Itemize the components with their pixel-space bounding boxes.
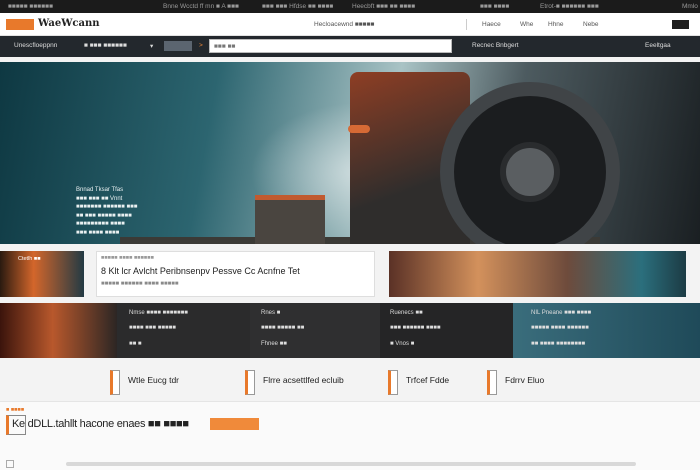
search-prefix: >: [199, 42, 203, 49]
category-cell-heading: Ruenecs ■■: [390, 310, 423, 316]
feature-item-label: Flrre acsettlfed ecluib: [263, 375, 344, 385]
category-cell-link[interactable]: ■ Vnos ■: [390, 341, 414, 347]
site-logo[interactable]: WaeWcann: [38, 18, 100, 29]
category-label[interactable]: Unescfloeppnn: [14, 42, 57, 49]
category-cell-link[interactable]: ■■ ■■■■ ■■■■■■■■: [531, 341, 585, 347]
category-cell[interactable]: Rnes ■ ■■■■ ■■■■■ ■■ Fhnee ■■: [250, 303, 380, 358]
feature-item-label: Wtle Eucg tdr: [128, 375, 180, 385]
feature-card[interactable]: ■■■■■ ■■■■ ■■■■■■ 8 Klt lcr Avlcht Perib…: [96, 251, 375, 297]
category-sub[interactable]: ■ ■■■ ■■■■■■: [84, 42, 127, 49]
top-utility-left: ■■■■■ ■■■■■■: [8, 3, 53, 10]
bottom-section-button[interactable]: [210, 418, 259, 430]
hero-accent-shape: [348, 125, 370, 133]
hero-text-block: Bnnad Tksar Tfas ■■■ ■■■ ■■ Vnnt ■■■■■■■…: [76, 186, 137, 237]
category-cell-meta: ■■■■ ■■■ ■■■■■: [129, 325, 176, 331]
nav-item-2[interactable]: Haece: [482, 21, 501, 28]
category-cell-image[interactable]: [0, 303, 117, 358]
category-cell-heading: Rnes ■: [261, 310, 281, 316]
category-cell-heading: Nmse ■■■■ ■■■■■■■: [129, 310, 188, 316]
feature-card-title[interactable]: 8 Klt lcr Avlcht Peribnsenpv Pessve Cc A…: [101, 266, 300, 276]
nav-item-5[interactable]: Nebe: [583, 21, 599, 28]
category-cell[interactable]: Ruenecs ■■ ■■■ ■■■■■■ ■■■■ ■ Vnos ■: [380, 303, 513, 358]
feature-item-icon: [487, 370, 497, 395]
nav-item-3[interactable]: Whe: [520, 21, 533, 28]
nav-divider: [466, 19, 467, 30]
bottom-section: ■ ■■■■ Ke dDLL.tahllt hacone enaes ■■ ■■…: [0, 401, 700, 470]
hero-vehicle-image: [255, 195, 325, 244]
top-link-6[interactable]: Mmlo: [682, 3, 698, 10]
category-cell-link[interactable]: ■■ ■: [129, 341, 142, 347]
category-cell-featured[interactable]: NIL Pneane ■■■ ■■■■ ■■■■■ ■■■■ ■■■■■■ ■■…: [513, 303, 700, 358]
feature-icon-row: Wtle Eucg tdr Flrre acsettlfed ecluib Tr…: [0, 367, 700, 397]
search-bar: Unescfloeppnn ■ ■■■ ■■■■■■ ▾ > ■■■ ■■ Re…: [0, 36, 700, 57]
top-link-5[interactable]: Etrot-■ ■■■■■■ ■■■: [540, 3, 599, 10]
hero-line: ■■■■■■■ ■■■■■■ ■■■: [76, 204, 138, 210]
feature-item-icon: [245, 370, 255, 395]
logo-mark[interactable]: [6, 19, 34, 30]
search-action-link[interactable]: Recnec Bnbgert: [472, 42, 519, 49]
feature-left-caption: Ctetlh ■■: [18, 256, 41, 262]
menu-button[interactable]: [672, 20, 689, 29]
nav-item-1[interactable]: Hecloacewnd ■■■■■: [314, 21, 374, 28]
horizontal-scrollbar[interactable]: [66, 462, 636, 466]
category-cell-link[interactable]: Fhnee ■■: [261, 341, 287, 347]
hero-line: ■■■■■■■■■ ■■■■: [76, 221, 125, 227]
feature-card-number: 8: [101, 266, 107, 276]
bottom-checkbox[interactable]: [6, 460, 14, 468]
dropdown-icon[interactable]: ▾: [150, 42, 153, 50]
category-cell[interactable]: Nmse ■■■■ ■■■■■■■ ■■■■ ■■■ ■■■■■ ■■ ■: [117, 303, 250, 358]
bottom-section-label: ■ ■■■■: [6, 407, 25, 413]
top-link-2[interactable]: ■■■ ■■■ Hfdse ■■ ■■■■: [262, 3, 333, 10]
feature-item-label: Trfcef Fdde: [406, 375, 450, 385]
bottom-section-title[interactable]: Ke dDLL.tahllt hacone enaes ■■ ■■■■: [12, 418, 189, 430]
feature-item-icon: [110, 370, 120, 395]
site-header: WaeWcann Hecloacewnd ■■■■■ Haece Whe Hhn…: [0, 13, 700, 36]
top-link-4[interactable]: ■■■ ■■■■: [480, 3, 509, 10]
feature-card-caption: ■■■■■ ■■■■ ■■■■■■: [101, 255, 154, 261]
category-select[interactable]: [164, 41, 192, 51]
top-link-1[interactable]: Bnne Wcctd ff mn ■ A ■■■: [163, 3, 239, 10]
feature-item-icon: [388, 370, 398, 395]
hero-line: ■■■ ■■■■ ■■■■: [76, 229, 120, 236]
feature-card-subtitle: ■■■■■ ■■■■■■ ■■■■ ■■■■■: [101, 281, 179, 287]
account-link[interactable]: Eeeltgaa: [645, 42, 671, 49]
hero-line: ■■ ■■■ ■■■■■ ■■■■: [76, 212, 132, 219]
category-cell-meta: ■■■■■ ■■■■ ■■■■■■: [531, 325, 589, 331]
hero-wheel-hub: [500, 142, 560, 202]
category-cell-heading: NIL Pneane ■■■ ■■■■: [531, 310, 592, 316]
feature-item-label: Fdrrv Eluo: [505, 375, 545, 385]
top-link-3[interactable]: Heecbft ■■■ ■■ ■■■■: [352, 3, 415, 10]
hero-line: Bnnad Tksar Tfas: [76, 187, 124, 193]
feature-image-right[interactable]: [389, 251, 686, 297]
hero-line: ■■■ ■■■ ■■ Vnnt: [76, 195, 123, 202]
feature-card-title-text: Klt lcr Avlcht Peribnsenpv Pessve Cc Acn…: [108, 266, 300, 276]
category-cell-meta: ■■■■ ■■■■■ ■■: [261, 325, 305, 331]
feature-image-left[interactable]: Ctetlh ■■: [0, 251, 84, 297]
search-input[interactable]: ■■■ ■■: [209, 39, 452, 53]
category-band: Nmse ■■■■ ■■■■■■■ ■■■■ ■■■ ■■■■■ ■■ ■ Rn…: [0, 303, 700, 358]
nav-item-4[interactable]: Hhne: [548, 21, 564, 28]
category-cell-meta: ■■■ ■■■■■■ ■■■■: [390, 325, 441, 331]
top-utility-bar: ■■■■■ ■■■■■■ Bnne Wcctd ff mn ■ A ■■■ ■■…: [0, 0, 700, 13]
hero-banner[interactable]: Bnnad Tksar Tfas ■■■ ■■■ ■■ Vnnt ■■■■■■■…: [0, 62, 700, 244]
